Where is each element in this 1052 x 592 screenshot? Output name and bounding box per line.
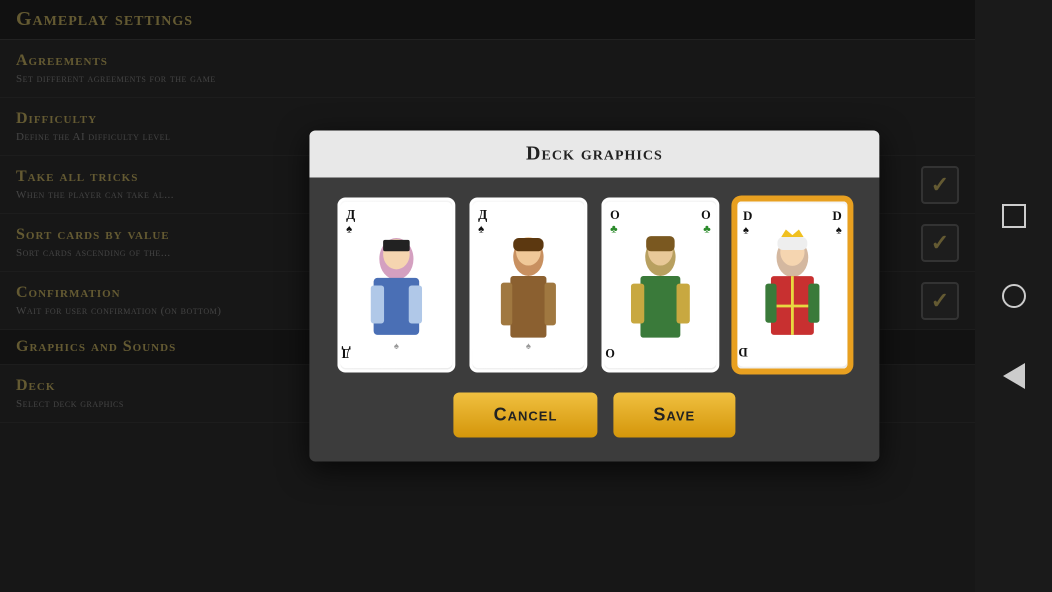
svg-text:♣: ♣: [703, 223, 711, 235]
cards-selection-row: Д ♠ Д ♠: [337, 198, 851, 373]
nav-circle-button[interactable]: [994, 276, 1034, 316]
cancel-button[interactable]: Cancel: [454, 393, 598, 438]
svg-text:D: D: [832, 208, 841, 223]
card-option-1[interactable]: Д ♠ Д ♠: [337, 198, 455, 373]
card-option-2[interactable]: Д ♠ ♠: [469, 198, 587, 373]
card-option-4[interactable]: D ♠ D D: [733, 198, 851, 373]
nav-back-button[interactable]: [994, 356, 1034, 396]
square-icon: [1002, 204, 1026, 228]
svg-text:Д: Д: [478, 207, 487, 222]
svg-text:♣: ♣: [610, 223, 618, 235]
back-icon: [1003, 363, 1025, 389]
svg-text:О: О: [605, 346, 615, 360]
svg-text:Д: Д: [342, 346, 351, 361]
card-3-inner: О ♣ О О ♣: [604, 201, 716, 370]
svg-text:♠: ♠: [346, 223, 352, 235]
svg-text:О: О: [701, 208, 711, 222]
svg-text:♠: ♠: [394, 342, 399, 352]
modal-header: Deck graphics: [309, 131, 879, 178]
svg-text:D: D: [743, 208, 752, 223]
modal-buttons-row: Cancel Save: [454, 393, 736, 442]
card-1-inner: Д ♠ Д ♠: [340, 201, 452, 370]
deck-graphics-modal: Deck graphics Д ♠ Д: [309, 131, 879, 462]
svg-text:О: О: [610, 208, 620, 222]
svg-text:♠: ♠: [526, 342, 531, 352]
circle-icon: [1002, 284, 1026, 308]
android-nav-bar: [975, 0, 1052, 592]
svg-text:♠: ♠: [836, 224, 842, 236]
card-option-3[interactable]: О ♣ О О ♣: [601, 198, 719, 373]
nav-square-button[interactable]: [994, 196, 1034, 236]
modal-body: Д ♠ Д ♠: [309, 178, 879, 462]
save-button[interactable]: Save: [613, 393, 735, 438]
modal-title: Deck graphics: [526, 143, 663, 165]
card-4-inner: D ♠ D D: [737, 202, 847, 369]
card-2-inner: Д ♠ ♠: [472, 201, 584, 370]
svg-text:♠: ♠: [743, 224, 749, 236]
svg-text:D: D: [738, 345, 747, 360]
svg-text:♠: ♠: [478, 223, 484, 235]
svg-text:Д: Д: [346, 207, 355, 222]
